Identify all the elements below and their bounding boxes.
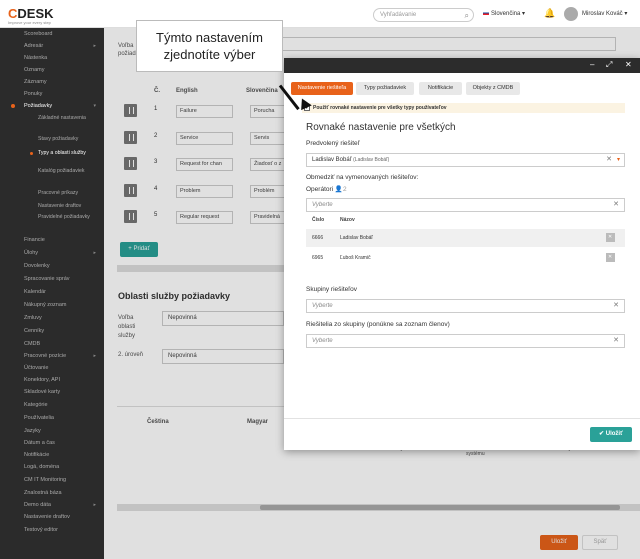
table-row: 6666 Ladislav Bobáľ [306, 228, 625, 247]
user-menu[interactable]: Miroslav Kováč ▾ [582, 10, 627, 17]
sidebar-item-cenniky[interactable]: Cenníky [0, 325, 104, 337]
sidebar-item-kategorie[interactable]: Kategórie [0, 399, 104, 411]
bell-icon[interactable]: 🔔 [544, 8, 555, 19]
same-settings-checkbox-row[interactable]: Použiť rovnaké nastavenie pre všetky typ… [302, 103, 625, 113]
sidebar-item-uctovanie[interactable]: Účtovanie [0, 362, 104, 374]
sidebar-item-kalendar[interactable]: Kalendár [0, 286, 104, 298]
remove-operator-button[interactable] [606, 228, 615, 246]
language-selector[interactable]: Slovenčina ▾ [483, 10, 525, 17]
col-nazov-header: Názov [340, 217, 355, 223]
sidebar-item-loga[interactable]: Logá, doména [0, 461, 104, 473]
sidebar: Scoreboard Adresár ▸ Nástenka Oznamy Zázn… [0, 28, 104, 559]
avatar[interactable] [564, 7, 578, 21]
sidebar-item-konektory[interactable]: Konektory, API [0, 374, 104, 386]
sidebar-item-typy-a-oblasti[interactable]: Typy a oblasti služby [0, 150, 104, 164]
tab-notifikacie[interactable]: Notifikácie [419, 82, 462, 95]
sidebar-item-jazyky[interactable]: Jazyky [0, 425, 104, 437]
default-solver-select[interactable]: Ladislav Bobáľ (Ladislav Bobáľ) ✕ ▾ [306, 153, 625, 167]
close-icon[interactable]: ✕ [625, 60, 632, 69]
sidebar-item-skladove[interactable]: Skladové karty [0, 386, 104, 398]
sidebar-item-nakupny[interactable]: Nákupný zoznam [0, 299, 104, 311]
remove-operator-button[interactable] [606, 248, 615, 266]
dialog-header: – ⤢ ✕ [284, 58, 640, 73]
sidebar-item-oznamy[interactable]: Oznamy [0, 64, 104, 76]
search-icon: ⌕ [464, 11, 469, 20]
clear-icon[interactable]: ✕ [613, 199, 619, 211]
groups-label: Skupiny riešiteľov [306, 286, 358, 293]
sidebar-item-testovy[interactable]: Testový editor [0, 524, 104, 536]
sidebar-item-stavy-poziadavky[interactable]: Stavy požiadavky [0, 136, 104, 144]
sidebar-item-zmluvy[interactable]: Zmluvy [0, 312, 104, 324]
cdesk-logo[interactable]: CDESK [8, 6, 54, 21]
sidebar-item-nastenka[interactable]: Nástenka [0, 52, 104, 64]
sidebar-item-zakladne-nastavenia[interactable]: Základné nastavenia [0, 115, 104, 129]
operators-label: Operátori 👤2 [306, 186, 347, 193]
sidebar-item-spracovanie[interactable]: Spracovanie správ [0, 273, 104, 285]
chevron-down-icon[interactable]: ▾ [617, 154, 620, 166]
sidebar-item-datum[interactable]: Dátum a čas [0, 437, 104, 449]
group-solvers-label: Riešitelia zo skupiny (ponúkne sa zoznam… [306, 321, 450, 328]
sidebar-item-pracovne-pozicie[interactable]: Pracovné pozície ▸ [0, 350, 104, 362]
save-button[interactable]: ✔ Uložiť [590, 427, 632, 442]
default-solver-label: Predvolený riešiteľ [306, 140, 360, 147]
expand-icon[interactable]: ⤢ [606, 60, 612, 70]
tab-objekty-cmdb[interactable]: Objekty z CMDB [466, 82, 520, 95]
operators-select[interactable]: Vyberte ✕ [306, 198, 625, 212]
clear-icon[interactable]: ✕ [613, 300, 619, 312]
sidebar-item-zaznamy[interactable]: Záznamy [0, 76, 104, 88]
people-icon: 👤 [334, 186, 344, 193]
solver-settings-dialog: – ⤢ ✕ Nastavenie riešiteľa Typy požiadav… [284, 58, 640, 450]
tab-nastavenie-riesitela[interactable]: Nastavenie riešiteľa [291, 82, 353, 95]
sidebar-item-notifikacie[interactable]: Notifikácie [0, 449, 104, 461]
sidebar-item-financie[interactable]: Financie [0, 234, 104, 246]
table-row: 6965 Ľuboš Kramič [306, 248, 625, 267]
search-input[interactable]: Vyhľadávanie ⌕ [373, 8, 474, 22]
tab-typy-poziadaviek[interactable]: Typy požiadaviek [356, 82, 414, 95]
groups-select[interactable]: Vyberte ✕ [306, 299, 625, 313]
top-bar: CDESK Improve your every step Vyhľadávan… [0, 0, 640, 28]
sidebar-item-poziadavky[interactable]: Požiadavky ▾ [0, 100, 104, 112]
callout-annotation: Týmto nastavením zjednotíte výber [136, 20, 283, 72]
group-solvers-select[interactable]: Vyberte ✕ [306, 334, 625, 348]
sidebar-item-pracovne-prikazy[interactable]: Pracovné príkazy [0, 190, 104, 198]
sidebar-item-nastavenie-draftov[interactable]: Nastavenie draftov [0, 203, 104, 211]
sidebar-item-drafty[interactable]: Nastavenie draftov [0, 511, 104, 523]
logo-tagline: Improve your every step [8, 20, 51, 25]
minimize-icon[interactable]: – [590, 60, 594, 69]
clear-icon[interactable]: ✕ [613, 335, 619, 347]
sidebar-item-katalog[interactable]: Katalóg požiadaviek [0, 168, 104, 182]
sidebar-item-ponuky[interactable]: Ponuky [0, 88, 104, 100]
restrict-label: Obmedziť na vymenovaných riešiteľov: [306, 174, 419, 181]
section-heading: Rovnaké nastavenie pre všetkých [306, 122, 456, 133]
clear-icon[interactable]: ✕ [606, 154, 612, 166]
sidebar-item-monitoring[interactable]: CM IT Monitoring [0, 474, 104, 486]
sidebar-item-pouzivatelia[interactable]: Používatelia [0, 412, 104, 424]
sidebar-item-znalostna[interactable]: Znalostná báza [0, 487, 104, 499]
sidebar-item-cmdb[interactable]: CMDB [0, 338, 104, 350]
sidebar-item-pravidelne[interactable]: Pravidelné požiadavky [0, 214, 104, 228]
footer-divider [284, 418, 640, 419]
sidebar-item-demo[interactable]: Demo dáta ▸ [0, 499, 104, 511]
sidebar-item-dovolenky[interactable]: Dovolenky [0, 260, 104, 272]
sidebar-item-adresar[interactable]: Adresár ▸ [0, 40, 104, 52]
sidebar-item-scoreboard[interactable]: Scoreboard [0, 28, 104, 40]
sidebar-item-ulohy[interactable]: Úlohy ▸ [0, 247, 104, 259]
col-cislo-header: Číslo [312, 217, 325, 223]
slovak-flag-icon [483, 11, 489, 16]
